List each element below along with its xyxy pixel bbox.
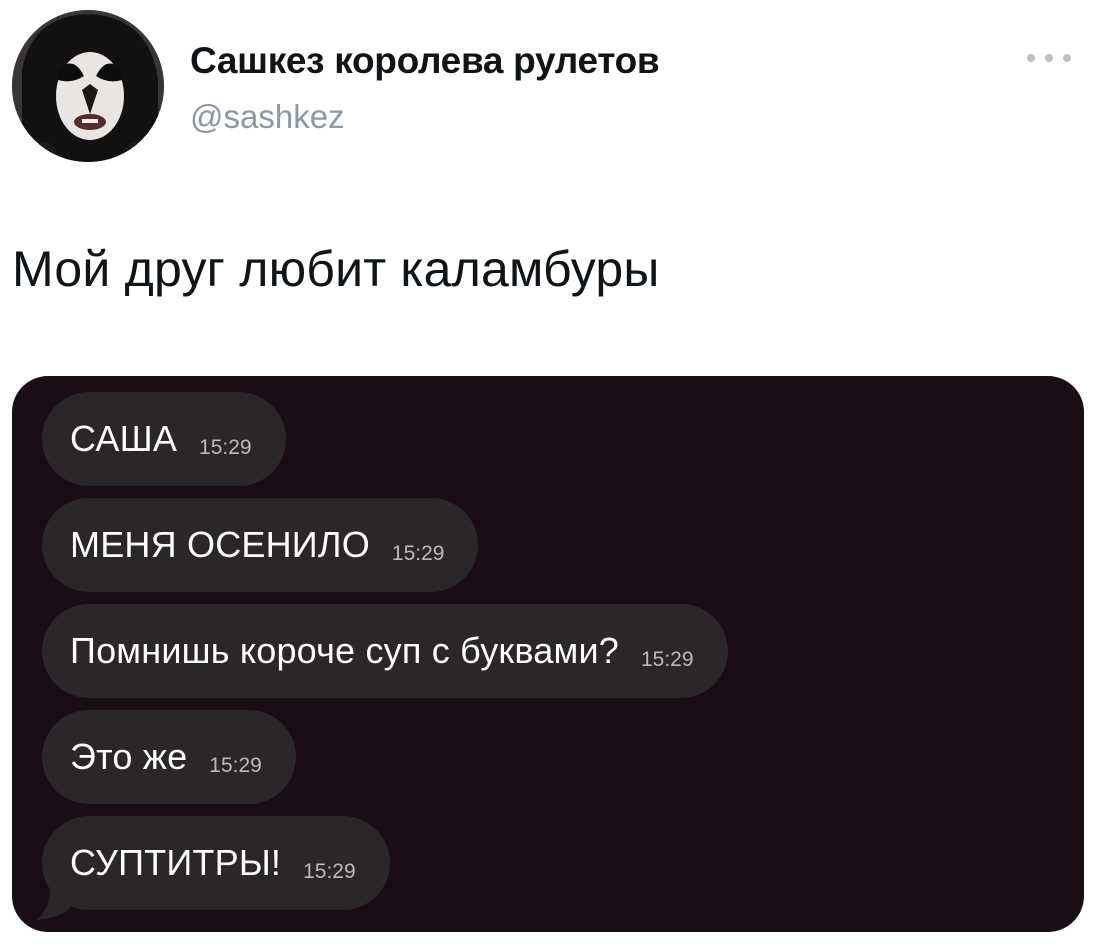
tweet-media-chat-screenshot[interactable]: САША 15:29 МЕНЯ ОСЕНИЛО 15:29 Помнишь ко… <box>12 376 1084 932</box>
chat-message-time: 15:29 <box>303 860 356 883</box>
chat-message-time: 15:29 <box>209 754 262 777</box>
more-dot <box>1063 54 1071 62</box>
chat-message-bubble: СУПТИТРЫ! 15:29 <box>42 816 390 910</box>
author-handle[interactable]: @sashkez <box>190 98 345 136</box>
chat-message-time: 15:29 <box>391 542 445 565</box>
tweet-header: Сашкез королева рулетов @sashkez <box>0 0 1093 180</box>
avatar-image <box>12 10 164 162</box>
tweet-text: Мой друг любит каламбуры <box>12 241 660 297</box>
more-horizontal-icon[interactable] <box>1027 48 1071 68</box>
chat-message-text: Это же <box>70 736 188 777</box>
chat-message-text: МЕНЯ ОСЕНИЛО <box>70 524 370 565</box>
chat-message-time: 15:29 <box>199 436 252 459</box>
chat-message-text: Помнишь короче суп с буквами? <box>70 630 619 671</box>
more-dot <box>1045 54 1053 62</box>
author-display-name[interactable]: Сашкез королева рулетов <box>190 40 660 82</box>
chat-message-bubble: Помнишь короче суп с буквами? 15:29 <box>42 604 728 698</box>
chat-message-text: СУПТИТРЫ! <box>70 842 282 883</box>
chat-message-bubble: САША 15:29 <box>42 392 286 486</box>
chat-message-bubble: МЕНЯ ОСЕНИЛО 15:29 <box>42 498 479 592</box>
more-dot <box>1027 54 1035 62</box>
chat-message-text: САША <box>70 418 178 459</box>
chat-message-bubble: Это же 15:29 <box>42 710 296 804</box>
chat-message-time: 15:29 <box>640 648 694 671</box>
avatar[interactable] <box>12 10 164 162</box>
